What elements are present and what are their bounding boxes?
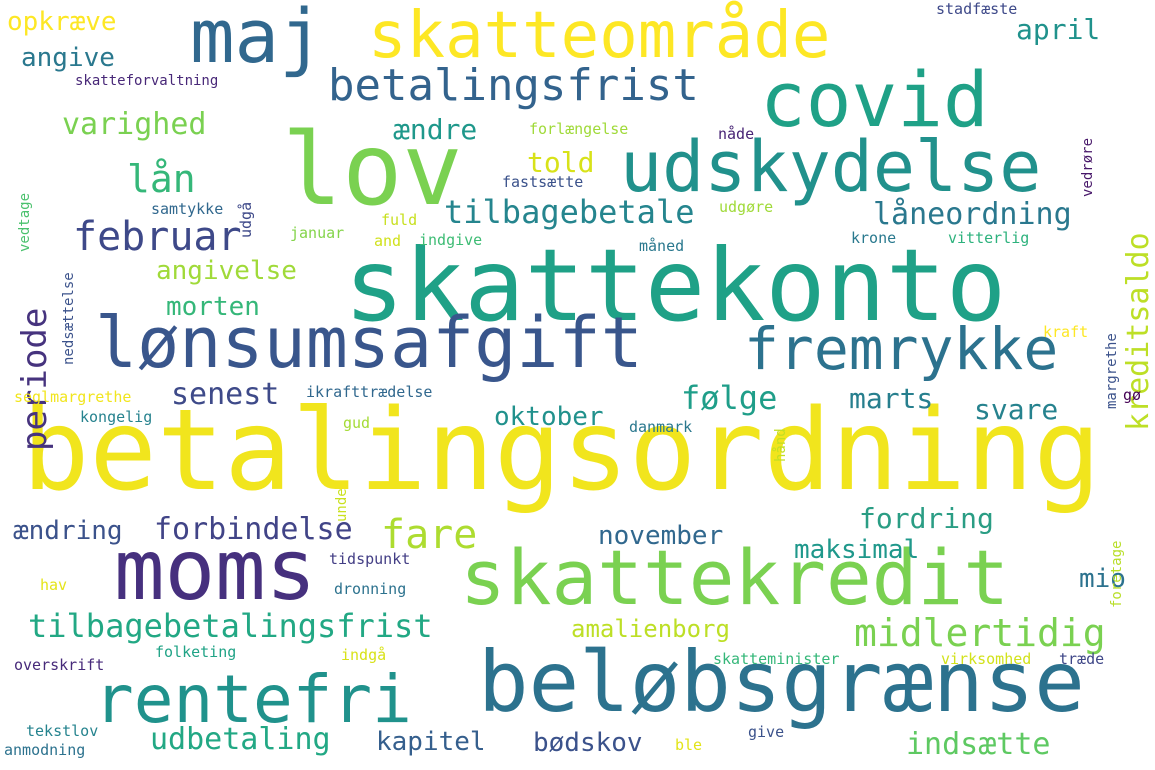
word-november: november	[598, 521, 724, 551]
word-aendre: ændre	[393, 113, 478, 146]
word-ble: ble	[675, 736, 703, 754]
word-forlaengelse: forlængelse	[529, 120, 629, 138]
word-hand: hånd	[773, 428, 789, 462]
word-skatteminister: skatteminister	[713, 650, 840, 668]
word-aendring: ændring	[13, 516, 123, 546]
word-april: april	[1016, 13, 1101, 46]
word-vitterlig: vitterlig	[948, 229, 1030, 247]
word-maj: maj	[190, 0, 324, 80]
word-februar: februar	[73, 214, 242, 260]
word-januar: januar	[290, 224, 345, 242]
word-marts: marts	[849, 382, 934, 415]
word-maksimal: maksimal	[794, 535, 920, 565]
word-svare: svare	[974, 393, 1059, 426]
word-fare: fare	[381, 512, 478, 558]
word-overskrift: overskrift	[14, 656, 105, 674]
word-fremrykke: fremrykke	[744, 315, 1059, 383]
word-kongelig: kongelig	[80, 408, 153, 426]
word-dronning: dronning	[334, 580, 407, 598]
word-vedtage: vedtage	[17, 192, 33, 252]
word-hav: hav	[40, 576, 68, 594]
word-stadfaeste: stadfæste	[936, 0, 1018, 18]
word-opkraeve: opkræve	[7, 7, 117, 37]
word-kapitel: kapitel	[376, 727, 486, 757]
word-gud: gud	[343, 414, 371, 432]
word-periode: periode	[15, 307, 55, 451]
word-krone: krone	[851, 229, 897, 247]
word-angive: angive	[21, 43, 115, 73]
word-give: give	[748, 723, 785, 741]
word-varighed: varighed	[62, 107, 207, 142]
word-unde: unde	[334, 488, 350, 522]
word-oktober: oktober	[494, 402, 604, 432]
word-skattekredit: skattekredit	[460, 533, 1010, 622]
word-virksomhed: virksomhed	[941, 650, 1032, 668]
word-lan: lån	[127, 157, 196, 201]
word-margrethe: margrethe	[1104, 333, 1120, 409]
word-tekstlov: tekstlov	[26, 722, 99, 740]
word-samtykke: samtykke	[151, 200, 224, 218]
word-maned: måned	[639, 237, 685, 255]
word-folge: følge	[681, 379, 778, 417]
word-folketing: folketing	[155, 643, 237, 661]
word-tilbagebetalingsfrist: tilbagebetalingsfrist	[28, 607, 433, 645]
word-kraft: kraft	[1043, 323, 1089, 341]
word-indga: indgå	[341, 646, 387, 664]
word-fordring: fordring	[859, 502, 994, 535]
word-ikrafttraedelse: ikrafttrædelse	[306, 383, 433, 401]
word-nedsaettelse: nedsættelse	[61, 272, 77, 365]
word-vedrore: vedrøre	[1080, 137, 1096, 197]
word-seglmargrethe: seglmargrethe	[14, 388, 132, 406]
word-forbindelse: forbindelse	[154, 512, 353, 547]
word-fastsaette: fastsætte	[502, 173, 584, 191]
word-tilbagebetale: tilbagebetale	[444, 193, 695, 231]
word-laneordning: låneordning	[873, 197, 1072, 232]
word-udbetaling: udbetaling	[150, 722, 331, 757]
word-indsaette: indsætte	[906, 727, 1051, 762]
word-udgore: udgøre	[719, 198, 774, 216]
word-amalienborg: amalienborg	[571, 615, 730, 643]
word-skatteforvaltning: skatteforvaltning	[75, 73, 219, 89]
word-cloud: betalingsordning skattekonto lov beløbsgræn…	[0, 0, 1155, 770]
word-nade: nåde	[718, 125, 755, 143]
word-tidspunkt: tidspunkt	[329, 550, 411, 568]
word-traede: træde	[1059, 650, 1105, 668]
word-midlertidig: midlertidig	[854, 611, 1106, 655]
word-indgive: indgive	[419, 231, 483, 249]
word-danmark: danmark	[629, 418, 693, 436]
word-bodskov: bødskov	[533, 728, 643, 758]
word-morten: morten	[166, 292, 260, 322]
word-betalingsfrist: betalingsfrist	[328, 60, 699, 111]
word-senest: senest	[171, 377, 280, 412]
word-udga: udgå	[237, 201, 255, 238]
word-and: and	[374, 232, 402, 250]
word-foretage: foretage	[1109, 540, 1125, 608]
word-anmodning: anmodning	[4, 741, 86, 759]
word-udskydelse: udskydelse	[620, 126, 1042, 208]
word-go: gø	[1123, 386, 1142, 404]
word-skatteomrade: skatteområde	[368, 0, 831, 73]
word-fuld: fuld	[381, 211, 418, 229]
word-angivelse: angivelse	[156, 256, 297, 286]
